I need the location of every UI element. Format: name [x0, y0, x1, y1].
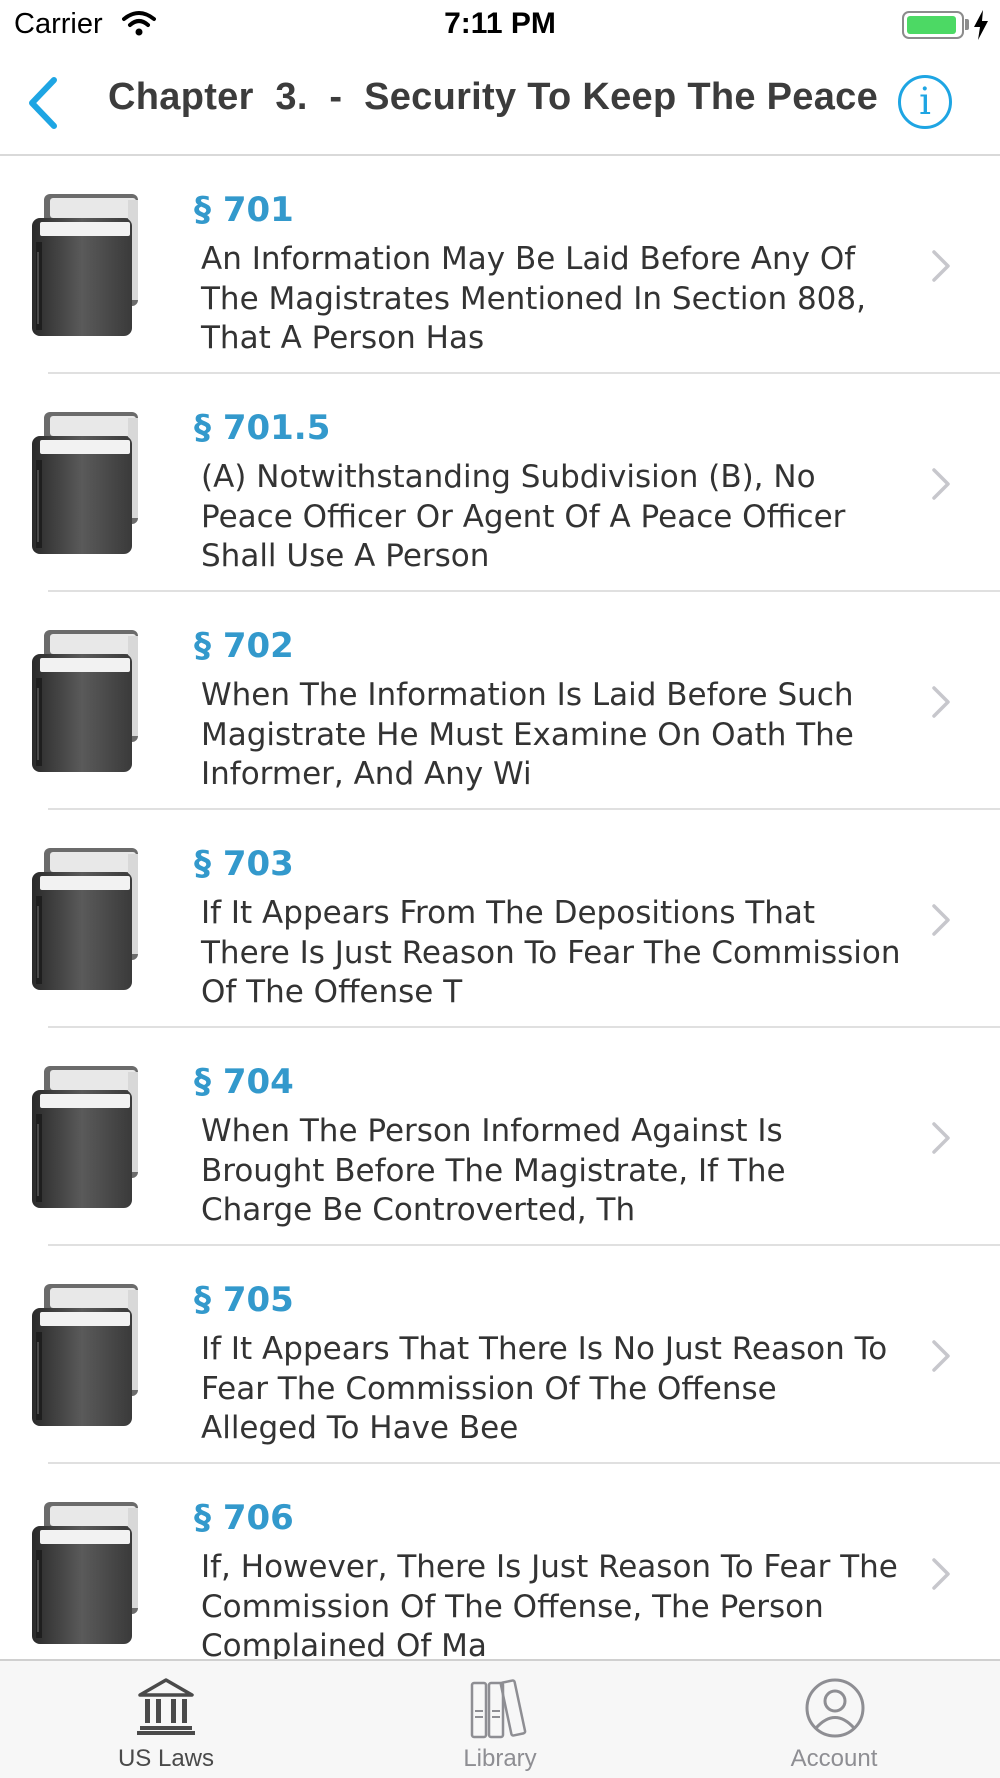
chevron-right-icon	[932, 1558, 950, 1590]
book-icon	[32, 1284, 138, 1426]
page-title: Chapter 3. - Security To Keep The Peace	[108, 76, 879, 118]
info-button[interactable]: i	[898, 75, 952, 129]
battery-icon	[902, 11, 964, 39]
navigation-bar: Chapter 3. - Security To Keep The Peace …	[0, 50, 1000, 156]
section-row[interactable]: § 701.5 (A) Notwithstanding Subdivision …	[0, 374, 1000, 592]
tab-library[interactable]: Library	[400, 1661, 600, 1778]
chevron-right-icon	[932, 1340, 950, 1372]
book-icon	[32, 1066, 138, 1208]
battery-level	[907, 16, 956, 34]
battery-cap	[965, 19, 969, 30]
chevron-right-icon	[932, 686, 950, 718]
tab-label-library: Library	[463, 1745, 537, 1772]
section-summary: When The Person Informed Against Is Brou…	[201, 1113, 786, 1228]
section-row[interactable]: § 701 An Information May Be Laid Before …	[0, 156, 1000, 374]
status-time: 7:11 PM	[444, 7, 556, 40]
tab-account[interactable]: Account	[734, 1661, 934, 1778]
chevron-right-icon	[932, 904, 950, 936]
section-summary: When The Information Is Laid Before Such…	[201, 677, 854, 792]
book-icon	[32, 848, 138, 990]
section-number: § 706	[194, 1498, 294, 1538]
section-number: § 701.5	[194, 408, 331, 448]
status-bar: Carrier 7:11 PM	[0, 0, 1000, 50]
courthouse-icon	[137, 1678, 195, 1735]
back-button[interactable]	[24, 74, 64, 132]
book-icon	[32, 194, 138, 336]
tab-bar: US Laws Library Account	[0, 1659, 1000, 1778]
chevron-right-icon	[932, 468, 950, 500]
section-row[interactable]: § 705 If It Appears That There Is No Jus…	[0, 1246, 1000, 1464]
section-number: § 704	[194, 1062, 294, 1102]
section-row[interactable]: § 704 When The Person Informed Against I…	[0, 1028, 1000, 1246]
section-list: § 701 An Information May Be Laid Before …	[0, 156, 1000, 1659]
info-icon: i	[919, 80, 931, 123]
section-summary: If, However, There Is Just Reason To Fea…	[201, 1549, 898, 1659]
book-icon	[32, 1502, 138, 1644]
section-summary: If It Appears From The Depositions That …	[201, 895, 901, 1010]
tab-label-us-laws: US Laws	[117, 1745, 215, 1772]
book-icon	[32, 630, 138, 772]
book-icon	[32, 412, 138, 554]
section-row[interactable]: § 702 When The Information Is Laid Befor…	[0, 592, 1000, 810]
tab-label-account: Account	[790, 1745, 878, 1772]
chevron-right-icon	[932, 250, 950, 282]
books-icon	[470, 1679, 527, 1739]
section-row[interactable]: § 706 If, However, There Is Just Reason …	[0, 1464, 1000, 1659]
section-number: § 701	[194, 190, 294, 230]
charging-bolt-icon	[974, 10, 988, 40]
user-circle-icon	[805, 1678, 865, 1738]
section-number: § 705	[194, 1280, 294, 1320]
chevron-right-icon	[932, 1122, 950, 1154]
section-number: § 702	[194, 626, 294, 666]
section-summary: (A) Notwithstanding Subdivision (B), No …	[201, 459, 846, 574]
tab-us-laws[interactable]: US Laws	[66, 1661, 266, 1778]
section-row[interactable]: § 703 If It Appears From The Depositions…	[0, 810, 1000, 1028]
section-number: § 703	[194, 844, 294, 884]
section-summary: An Information May Be Laid Before Any Of…	[201, 241, 866, 356]
section-summary: If It Appears That There Is No Just Reas…	[201, 1331, 888, 1446]
